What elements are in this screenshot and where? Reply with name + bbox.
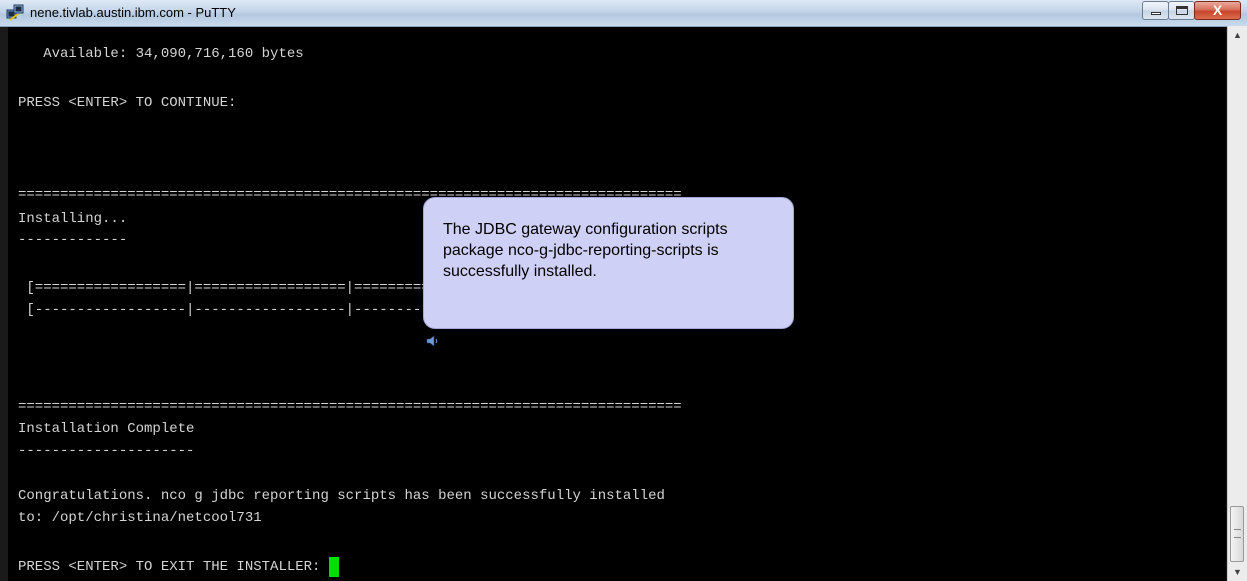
terminal-line: Available: 34,090,716,160 bytes bbox=[18, 46, 304, 62]
grip-icon bbox=[1234, 529, 1241, 538]
putty-icon bbox=[6, 4, 24, 21]
scroll-up-icon[interactable]: ▲ bbox=[1228, 26, 1247, 44]
terminal-line: Installation Complete bbox=[18, 421, 195, 437]
putty-window: nene.tivlab.austin.ibm.com - PuTTY X Ava… bbox=[0, 0, 1247, 581]
terminal-line: --------------------- bbox=[18, 443, 195, 459]
prompt-text: PRESS <ENTER> TO EXIT THE INSTALLER: bbox=[18, 559, 329, 575]
prompt-line: PRESS <ENTER> TO EXIT THE INSTALLER: bbox=[18, 557, 339, 577]
close-icon: X bbox=[1212, 2, 1223, 18]
title-bar[interactable]: nene.tivlab.austin.ibm.com - PuTTY X bbox=[0, 0, 1247, 27]
maximize-button[interactable] bbox=[1168, 1, 1195, 20]
callout-text: The JDBC gateway configuration scripts p… bbox=[443, 221, 728, 280]
vertical-scrollbar[interactable]: ▲ ▼ bbox=[1227, 26, 1247, 581]
window-title: nene.tivlab.austin.ibm.com - PuTTY bbox=[30, 5, 236, 20]
info-callout: The JDBC gateway configuration scripts p… bbox=[423, 197, 794, 329]
scroll-down-icon[interactable]: ▼ bbox=[1228, 563, 1247, 581]
terminal-line: Installing... bbox=[18, 211, 128, 227]
terminal-line: Congratulations. nco g jdbc reporting sc… bbox=[18, 488, 665, 504]
terminal-line: ------------- bbox=[18, 232, 128, 248]
terminal-line: PRESS <ENTER> TO CONTINUE: bbox=[18, 95, 237, 111]
close-button[interactable]: X bbox=[1194, 1, 1241, 20]
terminal-line: ========================================… bbox=[18, 399, 682, 415]
terminal-line: to: /opt/christina/netcool731 bbox=[18, 510, 262, 526]
scrollbar-thumb[interactable] bbox=[1230, 506, 1244, 562]
speaker-icon[interactable] bbox=[426, 335, 440, 347]
window-controls: X bbox=[1142, 1, 1241, 21]
terminal-cursor bbox=[328, 557, 339, 577]
minimize-button[interactable] bbox=[1142, 1, 1169, 20]
